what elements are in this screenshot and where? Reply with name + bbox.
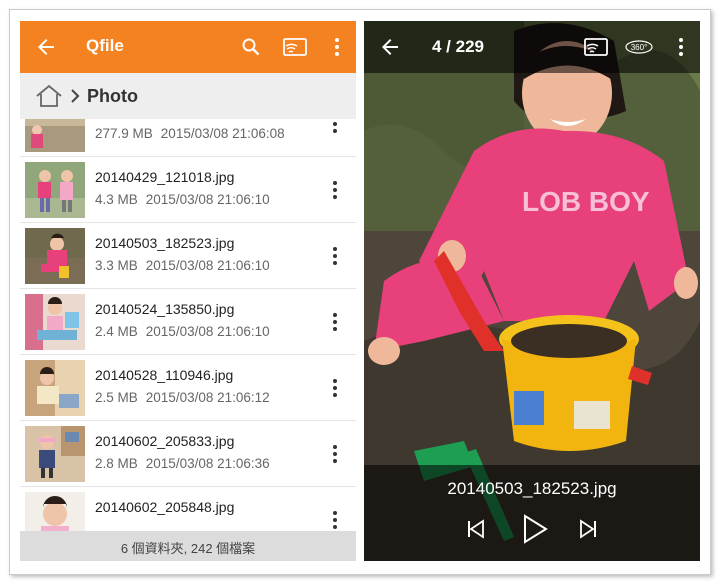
file-list-panel: Qfile Photo 277.9 MB 2015/03/08 21:06:08 … xyxy=(20,21,356,561)
skip-next-icon[interactable] xyxy=(576,517,600,541)
photo-counter: 4 / 229 xyxy=(432,37,484,56)
breadcrumb-current[interactable]: Photo xyxy=(87,86,138,107)
more-vert-icon[interactable] xyxy=(325,35,349,59)
file-meta: 3.3 MB 2015/03/08 21:06:10 xyxy=(95,258,270,273)
shirt-text: LOB BOY xyxy=(522,186,650,217)
file-thumbnail xyxy=(25,294,85,350)
file-name: 20140524_135850.jpg xyxy=(95,301,235,317)
file-row[interactable]: 20140602_205848.jpg xyxy=(20,487,356,533)
more-vert-icon[interactable] xyxy=(328,245,342,267)
cast-icon[interactable] xyxy=(583,35,609,59)
back-arrow-icon[interactable] xyxy=(34,35,58,59)
file-row[interactable]: 20140528_110946.jpg 2.5 MB 2015/03/08 21:… xyxy=(20,355,356,421)
file-row[interactable]: 20140602_205833.jpg 2.8 MB 2015/03/08 21:… xyxy=(20,421,356,487)
file-date: 2015/03/08 21:06:12 xyxy=(145,390,270,405)
file-row[interactable]: 277.9 MB 2015/03/08 21:06:08 xyxy=(20,119,356,157)
file-meta: 4.3 MB 2015/03/08 21:06:10 xyxy=(95,192,270,207)
file-name: 20140429_121018.jpg xyxy=(95,169,235,185)
home-icon[interactable] xyxy=(34,83,64,109)
file-meta: 277.9 MB 2015/03/08 21:06:08 xyxy=(95,126,285,141)
file-date: 2015/03/08 21:06:10 xyxy=(145,324,270,339)
more-vert-icon[interactable] xyxy=(328,377,342,399)
file-row[interactable]: 20140429_121018.jpg 4.3 MB 2015/03/08 21:… xyxy=(20,157,356,223)
file-meta: 2.4 MB 2015/03/08 21:06:10 xyxy=(95,324,270,339)
file-date: 2015/03/08 21:06:08 xyxy=(160,126,285,141)
more-vert-icon[interactable] xyxy=(328,119,342,135)
file-meta: 2.8 MB 2015/03/08 21:06:36 xyxy=(95,456,270,471)
skip-previous-icon[interactable] xyxy=(464,517,488,541)
cast-icon[interactable] xyxy=(282,35,308,59)
viewer-bottom-bar: 20140503_182523.jpg xyxy=(364,465,700,561)
file-size: 4.3 MB xyxy=(95,192,138,207)
search-icon[interactable] xyxy=(239,35,263,59)
chevron-right-icon xyxy=(71,89,80,103)
file-size: 2.8 MB xyxy=(95,456,138,471)
folder-summary-footer: 6 個資料夾, 242 個檔案 xyxy=(20,531,356,561)
photo-viewer-panel: LOB BOY 4 / 229 360° 20140503_182523.jpg xyxy=(364,21,700,561)
file-row[interactable]: 20140524_135850.jpg 2.4 MB 2015/03/08 21:… xyxy=(20,289,356,355)
folder-summary-text: 6 個資料夾, 242 個檔案 xyxy=(120,541,256,556)
file-date: 2015/03/08 21:06:36 xyxy=(145,456,270,471)
more-vert-icon[interactable] xyxy=(328,443,342,465)
file-thumbnail xyxy=(25,162,85,218)
file-row[interactable]: 20140503_182523.jpg 3.3 MB 2015/03/08 21:… xyxy=(20,223,356,289)
pano-label: 360° xyxy=(631,43,648,52)
more-vert-icon[interactable] xyxy=(328,179,342,201)
app-title: Qfile xyxy=(86,36,124,55)
file-size: 3.3 MB xyxy=(95,258,138,273)
back-arrow-icon[interactable] xyxy=(378,35,402,59)
file-thumbnail xyxy=(25,492,85,533)
file-name: 20140528_110946.jpg xyxy=(95,367,234,383)
app-bar: Qfile xyxy=(20,21,356,73)
breadcrumb: Photo xyxy=(20,73,356,119)
viewer-top-bar: 4 / 229 360° xyxy=(364,21,700,73)
more-vert-icon[interactable] xyxy=(669,35,693,59)
more-vert-icon[interactable] xyxy=(328,509,342,531)
file-name: 20140602_205833.jpg xyxy=(95,433,235,449)
file-thumbnail xyxy=(25,360,85,416)
360-view-icon[interactable]: 360° xyxy=(624,38,654,56)
photo-file-name: 20140503_182523.jpg xyxy=(447,479,617,498)
file-name: 20140503_182523.jpg xyxy=(95,235,235,251)
file-name: 20140602_205848.jpg xyxy=(95,499,235,515)
file-date: 2015/03/08 21:06:10 xyxy=(145,258,270,273)
file-thumbnail xyxy=(25,228,85,284)
file-date: 2015/03/08 21:06:10 xyxy=(145,192,270,207)
play-icon[interactable] xyxy=(520,513,550,545)
file-size: 277.9 MB xyxy=(95,126,153,141)
file-meta: 2.5 MB 2015/03/08 21:06:12 xyxy=(95,390,270,405)
file-list: 277.9 MB 2015/03/08 21:06:08 20140429_121… xyxy=(20,119,356,533)
file-size: 2.4 MB xyxy=(95,324,138,339)
more-vert-icon[interactable] xyxy=(328,311,342,333)
file-size: 2.5 MB xyxy=(95,390,138,405)
file-thumbnail xyxy=(25,119,85,152)
file-thumbnail xyxy=(25,426,85,482)
